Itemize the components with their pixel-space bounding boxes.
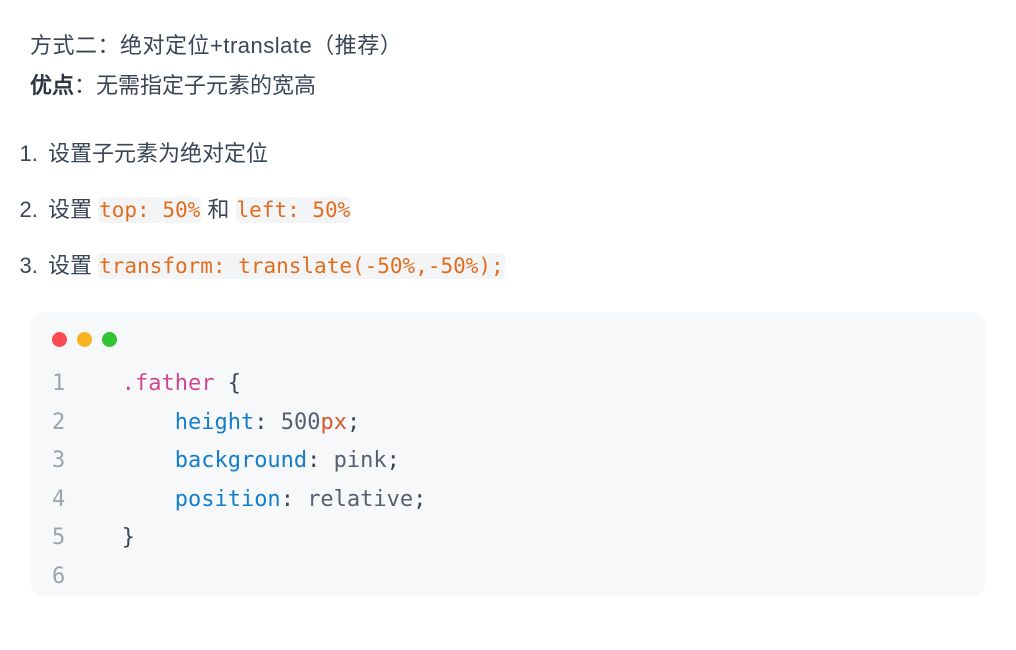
advantages-text: ：无需指定子元素的宽高: [74, 73, 316, 98]
steps-list: 设置子元素为绝对定位 设置 top: 50% 和 left: 50% 设置 tr…: [44, 136, 986, 280]
code-line-2: 2 height: 500px;: [52, 404, 964, 443]
css-brace-close: }: [122, 519, 135, 558]
traffic-yellow-icon: [77, 332, 92, 347]
line-number: 1: [52, 365, 82, 404]
css-selector: .father: [122, 365, 215, 404]
code-line-1: 1 .father {: [52, 365, 964, 404]
line-number: 6: [52, 558, 82, 597]
css-unit: px: [320, 404, 347, 443]
advantages-label: 优点: [30, 73, 74, 98]
inline-code-left: left: 50%: [236, 197, 352, 223]
code-card: 1 .father { 2 height: 500px; 3 backgroun…: [30, 312, 986, 596]
line-number: 3: [52, 442, 82, 481]
code-line-5: 5 }: [52, 519, 964, 558]
inline-code-top: top: 50%: [98, 197, 201, 223]
line-number: 5: [52, 519, 82, 558]
line-number: 4: [52, 481, 82, 520]
css-brace-open: {: [228, 365, 241, 404]
step-2: 设置 top: 50% 和 left: 50%: [44, 192, 986, 224]
css-property: position: [175, 481, 281, 520]
window-traffic-lights: [52, 332, 964, 347]
code-block: 1 .father { 2 height: 500px; 3 backgroun…: [52, 365, 964, 596]
css-property: height: [175, 404, 254, 443]
line-number: 2: [52, 404, 82, 443]
step-3: 设置 transform: translate(-50%,-50%);: [44, 248, 986, 280]
code-line-4: 4 position: relative;: [52, 481, 964, 520]
css-number: 500: [281, 404, 321, 443]
method-heading: 方式二：绝对定位+translate（推荐）: [30, 28, 986, 60]
step-1: 设置子元素为绝对定位: [44, 136, 986, 168]
traffic-red-icon: [52, 332, 67, 347]
css-value: pink: [334, 442, 387, 481]
traffic-green-icon: [102, 332, 117, 347]
css-value: relative: [307, 481, 413, 520]
inline-code-transform: transform: translate(-50%,-50%);: [98, 253, 505, 279]
advantages-line: 优点：无需指定子元素的宽高: [30, 68, 986, 100]
code-line-3: 3 background: pink;: [52, 442, 964, 481]
code-line-6: 6: [52, 558, 964, 597]
css-property: background: [175, 442, 307, 481]
